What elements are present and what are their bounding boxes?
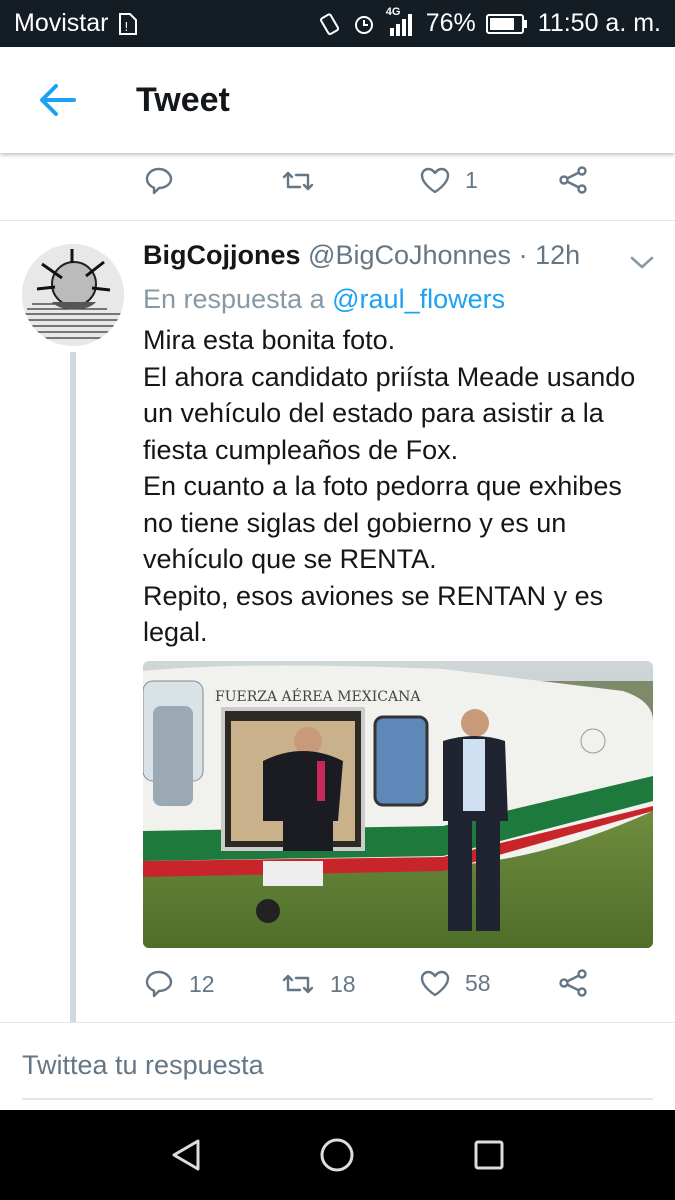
reply-button[interactable]: 12 <box>143 968 215 1000</box>
header-separator: · <box>518 240 528 270</box>
like-count: 58 <box>465 969 491 996</box>
clock: 11:50 a. m. <box>537 9 661 37</box>
retweet-button[interactable] <box>280 165 316 197</box>
carrier-label: Movistar <box>14 9 109 37</box>
avatar[interactable] <box>22 244 124 346</box>
reply-button[interactable] <box>143 165 175 197</box>
tweet-line: vehículo que se RENTA. <box>143 544 437 574</box>
network-type-label: 4G <box>385 5 401 18</box>
compose-underline <box>22 1098 653 1100</box>
share-icon <box>559 969 587 997</box>
tweet-line: Repito, esos aviones se RENTAN y es <box>143 580 604 611</box>
share-button[interactable] <box>557 165 589 195</box>
reply-count: 12 <box>189 970 215 997</box>
sim-alert-icon: ! <box>119 12 138 35</box>
like-button[interactable]: 58 <box>419 968 491 998</box>
tweet-text: Mira esta bonita foto. El ahora candidat… <box>143 322 663 651</box>
retweet-button[interactable]: 18 <box>280 968 356 1000</box>
signal-icon: 4G <box>386 6 416 36</box>
nav-home-icon[interactable] <box>317 1135 357 1175</box>
alarm-icon <box>354 15 373 34</box>
like-button[interactable]: 1 <box>419 165 478 195</box>
tweet-line: no tiene siglas del gobierno y es un <box>143 507 567 538</box>
status-bar: Movistar ! 4G 76% 11:50 a. m. <box>0 0 675 47</box>
reply-prefix: En respuesta a <box>143 284 325 314</box>
display-name[interactable]: BigCojjones <box>143 240 301 270</box>
tweet-line: un vehículo del estado para asistir a la <box>143 398 604 428</box>
page-title: Tweet <box>136 80 230 119</box>
tweet-line: fiesta cumpleaños de Fox. <box>143 434 459 465</box>
reply-compose-input[interactable]: Twittea tu respuesta <box>22 1050 264 1081</box>
reply-to-link[interactable]: @raul_flowers <box>332 284 505 314</box>
vibrate-icon <box>319 12 339 35</box>
thread-line <box>70 352 76 1022</box>
reply-icon <box>145 167 173 195</box>
svg-text:!: ! <box>124 20 129 34</box>
avatar-image <box>22 244 124 346</box>
tweet-time: 12h <box>535 240 581 270</box>
chevron-down-icon[interactable] <box>628 250 656 274</box>
like-count: 1 <box>465 166 478 193</box>
tweet-line: En cuanto a la foto pedorra que exhibes <box>143 471 622 501</box>
battery-percent: 76% <box>425 9 476 37</box>
tweet-line: El ahora candidato priísta Meade usando <box>143 361 636 392</box>
tweet-line: Mira esta bonita foto. <box>143 325 396 355</box>
share-button[interactable] <box>557 968 589 998</box>
user-handle[interactable]: @BigCoJhonnes <box>308 240 511 270</box>
nav-recents-icon[interactable] <box>469 1135 509 1175</box>
battery-icon <box>485 13 527 34</box>
reply-context: En respuesta a @raul_flowers <box>143 284 505 315</box>
reply-icon <box>145 970 173 998</box>
tweet-action-bar: 12 18 58 <box>0 964 675 1009</box>
tweet-line: legal. <box>143 617 208 647</box>
tweet-header: BigCojjones @BigCoJhonnes · 12h <box>143 240 580 271</box>
retweet-icon <box>282 171 314 191</box>
retweet-icon <box>282 974 314 994</box>
arrow-left-icon <box>40 84 76 116</box>
app-bar: Tweet <box>0 47 675 153</box>
heart-icon <box>420 167 450 194</box>
retweet-count: 18 <box>330 970 356 997</box>
photo-caption: FUERZA AÉREA MEXICANA <box>215 687 421 705</box>
divider <box>0 1022 675 1023</box>
back-button[interactable] <box>28 70 88 130</box>
nav-back-icon[interactable] <box>166 1135 206 1175</box>
system-nav-bar <box>0 1110 675 1200</box>
helicopter-photo: FUERZA AÉREA MEXICANA <box>143 661 653 948</box>
share-icon <box>559 166 587 194</box>
heart-icon <box>420 970 450 997</box>
tweet-photo[interactable]: FUERZA AÉREA MEXICANA <box>143 661 653 948</box>
prev-tweet-action-bar: 1 <box>0 153 675 221</box>
